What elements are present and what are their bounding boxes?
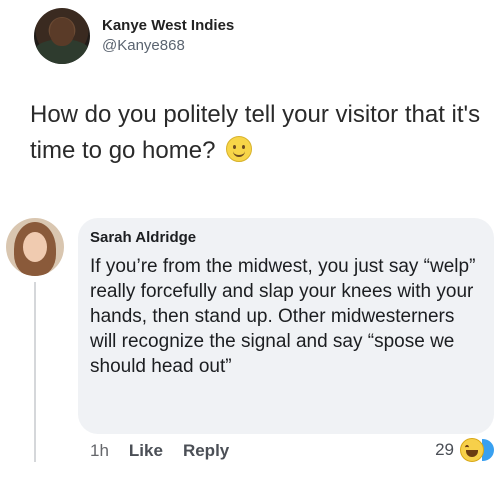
slightly-smiling-face-icon	[226, 136, 253, 162]
laugh-reaction-icon	[460, 438, 484, 462]
tweet-author-name[interactable]: Kanye West Indies	[102, 16, 234, 36]
like-button[interactable]: Like	[129, 441, 163, 461]
tweet-body: How do you politely tell your visitor th…	[30, 101, 481, 164]
reaction-count[interactable]: 29	[435, 440, 454, 460]
thread-line	[34, 282, 36, 462]
reply-button[interactable]: Reply	[183, 441, 229, 461]
tweet-author-handle[interactable]: @Kanye868	[102, 36, 234, 56]
avatar[interactable]	[34, 8, 90, 64]
reaction-summary[interactable]: 29	[435, 438, 494, 462]
comment-text: If you’re from the midwest, you just say…	[90, 256, 476, 377]
comment-actions: 1h Like Reply	[90, 441, 229, 461]
tweet-author-block: Kanye West Indies @Kanye868	[102, 16, 234, 56]
comment-time[interactable]: 1h	[90, 441, 109, 461]
tweet-header: Kanye West Indies @Kanye868	[34, 8, 234, 64]
tweet-text: How do you politely tell your visitor th…	[30, 97, 490, 169]
screenshot: Kanye West Indies @Kanye868 How do you p…	[0, 0, 500, 477]
commenter-avatar[interactable]	[6, 218, 64, 276]
commenter-name[interactable]: Sarah Aldridge	[90, 229, 196, 246]
